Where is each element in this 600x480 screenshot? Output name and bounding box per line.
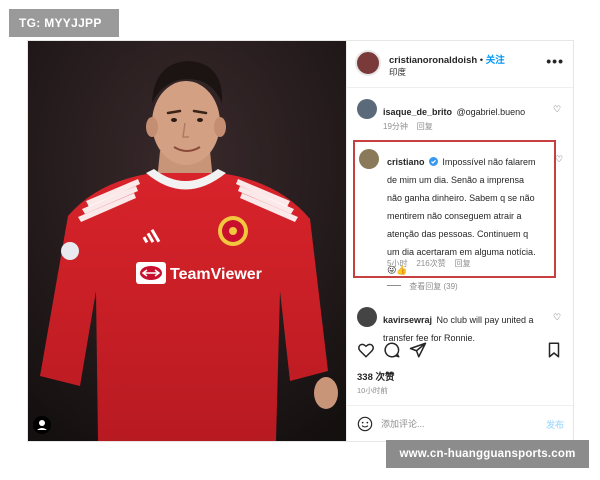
comment-username[interactable]: isaque_de_brito: [383, 107, 452, 117]
avatar[interactable]: [357, 307, 377, 327]
player-photo: TeamViewer: [28, 41, 346, 441]
comment-time: 5小时: [387, 259, 408, 268]
post-comment-button[interactable]: 发布: [546, 418, 564, 431]
heart-icon[interactable]: ♡: [553, 105, 562, 114]
reply-button[interactable]: 回复: [455, 259, 471, 268]
more-options-button[interactable]: •••: [546, 53, 564, 69]
comment-time: 19分钟: [383, 122, 408, 131]
comment-item: cristiano Impossível não falarem de mim …: [347, 149, 573, 279]
comment-likes[interactable]: 216次赞: [416, 259, 445, 268]
post-photo: TeamViewer: [28, 41, 346, 441]
post-side-panel: cristianoronaldoish • 关注 印度 ••• isaque_d…: [346, 41, 573, 441]
heart-icon[interactable]: [357, 341, 375, 359]
reply-button[interactable]: 回复: [417, 122, 433, 131]
instagram-post: TeamViewer cristianoronaldoish • 关注 印度 •…: [27, 40, 574, 442]
avatar[interactable]: [357, 99, 377, 119]
header-username[interactable]: cristianoronaldoish: [389, 55, 477, 66]
bookmark-icon[interactable]: [545, 341, 563, 359]
add-comment-bar: 发布: [347, 405, 573, 441]
view-replies-button[interactable]: 查看回复 (39): [409, 282, 457, 291]
comment-item: isaque_de_brito @ogabriel.bueno 19分钟 回复 …: [347, 99, 573, 139]
sponsor-text: TeamViewer: [170, 266, 262, 283]
follow-button[interactable]: 关注: [486, 55, 505, 66]
likes-count[interactable]: 338 次赞: [357, 369, 395, 383]
comment-icon[interactable]: [383, 341, 401, 359]
emoji-icon[interactable]: [357, 416, 373, 432]
comment-item: kavirsewraj No club will pay united a tr…: [347, 307, 573, 343]
comment-input[interactable]: [381, 414, 521, 434]
post-time: 10小时前: [357, 386, 388, 395]
avatar[interactable]: [359, 149, 379, 169]
watermark-top: TG: MYYJJPP: [9, 9, 119, 37]
header-separator: •: [479, 55, 484, 66]
paper-plane-icon[interactable]: [409, 341, 427, 359]
watermark-bottom: www.cn-huangguansports.com: [386, 440, 589, 468]
heart-icon[interactable]: ♡: [555, 155, 564, 164]
heart-icon[interactable]: ♡: [553, 313, 562, 322]
comment-username[interactable]: kavirsewraj: [383, 315, 432, 325]
comment-username[interactable]: cristiano: [387, 157, 425, 167]
comment-text: @ogabriel.bueno: [456, 107, 526, 117]
action-bar: [347, 341, 573, 365]
divider: [387, 285, 401, 286]
avatar[interactable]: [355, 50, 381, 76]
post-header: cristianoronaldoish • 关注 印度 •••: [347, 41, 573, 88]
verified-badge-icon: [428, 157, 438, 166]
header-subtitle: 印度: [389, 67, 407, 77]
